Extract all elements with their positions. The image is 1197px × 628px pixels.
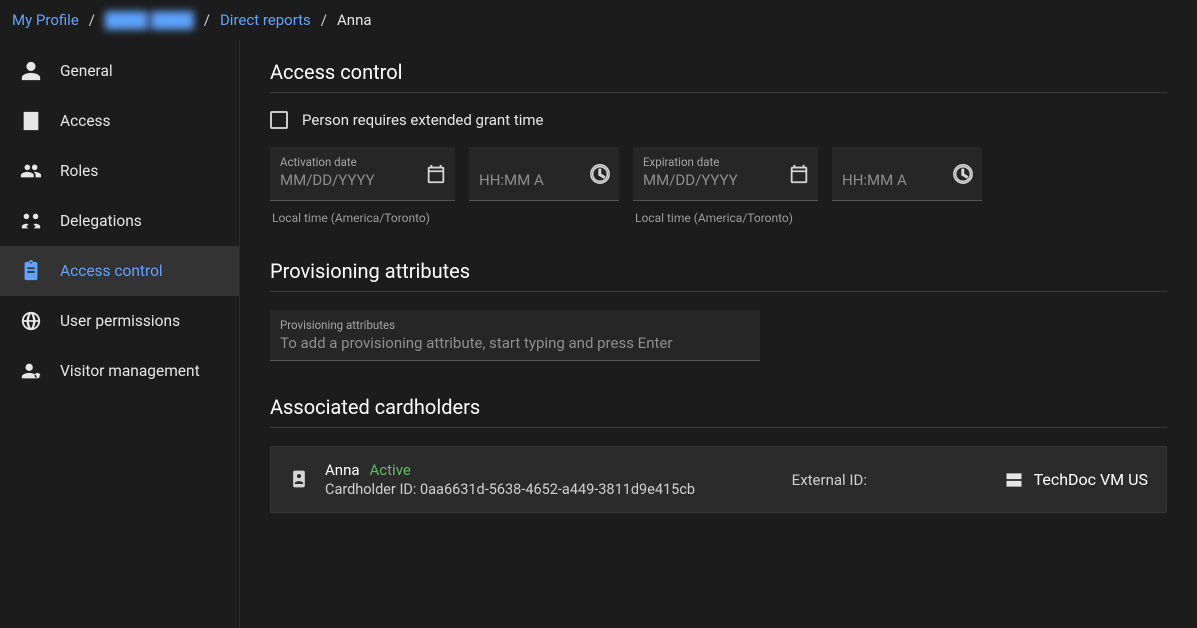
external-id-label: External ID: [792, 471, 867, 489]
sidebar-item-label: User permissions [60, 312, 180, 330]
expiration-date-label: Expiration date [643, 155, 778, 169]
server-icon [1004, 470, 1024, 490]
section-title-provisioning: Provisioning attributes [270, 259, 1167, 292]
cardholder-name: Anna [325, 461, 360, 479]
sidebar-item-label: Access control [60, 262, 163, 280]
clipboard-icon [20, 260, 42, 282]
building-icon [20, 110, 42, 132]
main-content: Access control Person requires extended … [240, 40, 1197, 628]
breadcrumb-separator: / [321, 11, 327, 29]
activation-time-placeholder: HH:MM A [479, 169, 579, 191]
sidebar-item-label: Delegations [60, 212, 142, 230]
expiration-time-placeholder: HH:MM A [842, 169, 942, 191]
expiration-helper: Local time (America/Toronto) [633, 211, 818, 225]
cardholder-row[interactable]: Anna Active Cardholder ID: 0aa6631d-5638… [270, 446, 1167, 513]
expiration-date-field[interactable]: Expiration date MM/DD/YYYY [633, 147, 818, 201]
sidebar-item-label: Visitor management [60, 362, 200, 380]
breadcrumb-direct-reports[interactable]: Direct reports [220, 11, 311, 29]
activation-date-placeholder: MM/DD/YYYY [280, 169, 415, 191]
sidebar-item-access[interactable]: Access [0, 96, 239, 146]
sidebar-item-roles[interactable]: Roles [0, 146, 239, 196]
breadcrumb-redacted[interactable]: ████ ████ [105, 11, 194, 29]
extended-grant-checkbox[interactable] [270, 111, 288, 129]
clock-icon[interactable] [952, 163, 974, 185]
sidebar-item-general[interactable]: General [0, 46, 239, 96]
globe-icon [20, 310, 42, 332]
sidebar-item-user-permissions[interactable]: User permissions [0, 296, 239, 346]
sidebar-item-delegations[interactable]: Delegations [0, 196, 239, 246]
activation-helper: Local time (America/Toronto) [270, 211, 455, 225]
sidebar-item-label: Roles [60, 162, 98, 180]
clock-icon[interactable] [589, 163, 611, 185]
cardholder-id-value: 0aa6631d-5638-4652-a449-3811d9e415cb [420, 481, 695, 498]
person-icon [20, 60, 42, 82]
sidebar-item-visitor-management[interactable]: Visitor management [0, 346, 239, 396]
visitor-icon [20, 360, 42, 382]
swap-icon [20, 210, 42, 232]
cardholder-status: Active [370, 461, 411, 479]
activation-date-label: Activation date [280, 155, 415, 169]
provisioning-placeholder: To add a provisioning attribute, start t… [280, 332, 750, 354]
extended-grant-label: Person requires extended grant time [302, 111, 544, 129]
breadcrumb-separator: / [89, 11, 95, 29]
provisioning-label: Provisioning attributes [280, 318, 750, 332]
activation-date-field[interactable]: Activation date MM/DD/YYYY [270, 147, 455, 201]
badge-icon [289, 469, 309, 491]
section-provisioning: Provisioning attributes Provisioning att… [270, 259, 1167, 361]
provisioning-field[interactable]: Provisioning attributes To add a provisi… [270, 310, 760, 361]
section-title-cardholders: Associated cardholders [270, 395, 1167, 428]
sidebar-item-label: Access [60, 112, 111, 130]
sidebar-item-access-control[interactable]: Access control [0, 246, 239, 296]
breadcrumb-current: Anna [337, 11, 372, 29]
section-access-control: Access control Person requires extended … [270, 60, 1167, 225]
group-icon [20, 160, 42, 182]
breadcrumb: My Profile / ████ ████ / Direct reports … [0, 0, 1197, 40]
section-title-access-control: Access control [270, 60, 1167, 93]
expiration-date-placeholder: MM/DD/YYYY [643, 169, 778, 191]
section-cardholders: Associated cardholders Anna Active Cardh… [270, 395, 1167, 513]
sidebar-item-label: General [60, 62, 113, 80]
expiration-time-field[interactable]: HH:MM A [832, 147, 982, 201]
breadcrumb-my-profile[interactable]: My Profile [12, 11, 79, 29]
calendar-icon[interactable] [425, 163, 447, 185]
activation-time-field[interactable]: HH:MM A [469, 147, 619, 201]
calendar-icon[interactable] [788, 163, 810, 185]
cardholder-source: TechDoc VM US [1034, 470, 1148, 489]
cardholder-id-label: Cardholder ID: [325, 481, 420, 498]
sidebar: General Access Roles Delegations Access … [0, 40, 240, 628]
breadcrumb-separator: / [204, 11, 210, 29]
